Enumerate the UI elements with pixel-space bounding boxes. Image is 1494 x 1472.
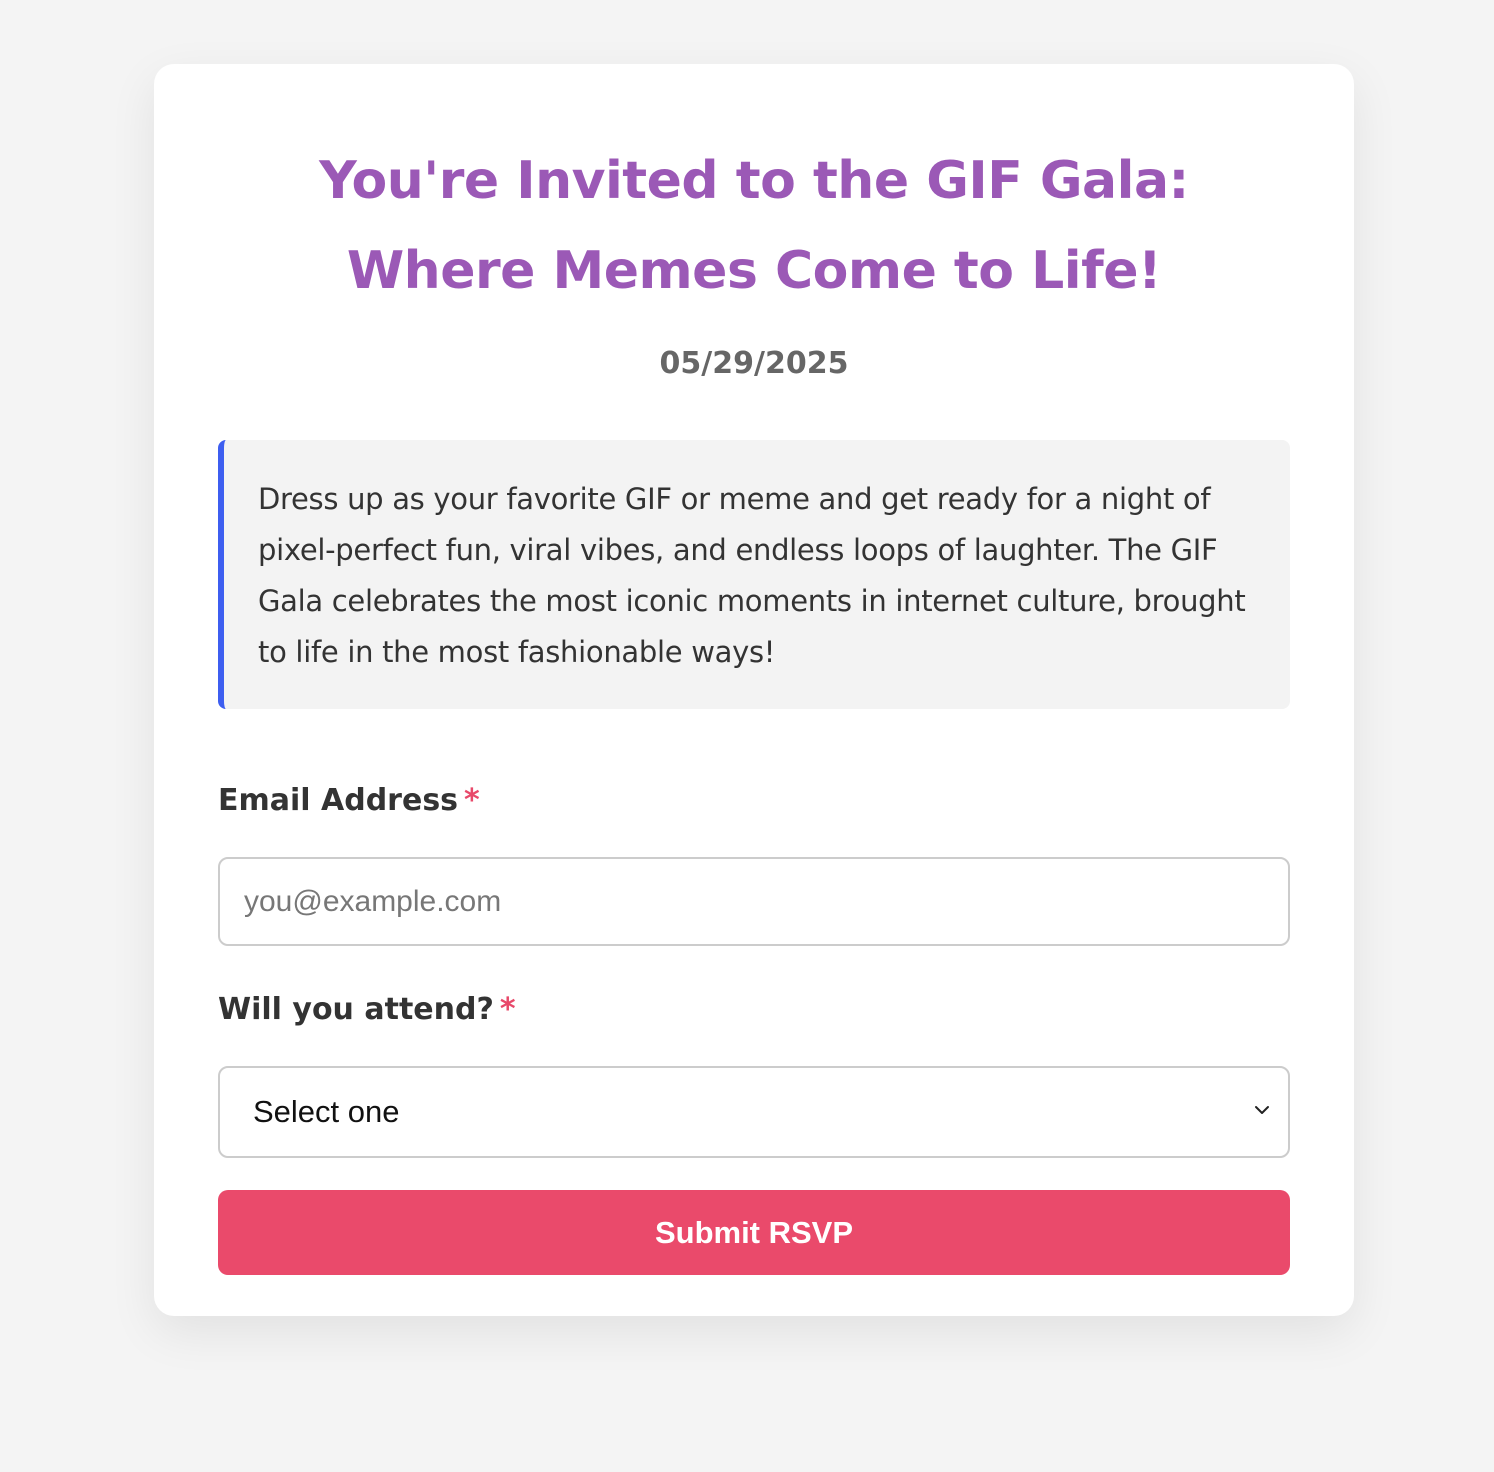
- chevron-down-icon: [1255, 1106, 1269, 1114]
- rsvp-card: You're Invited to the GIF Gala: Where Me…: [154, 64, 1354, 1316]
- attendance-label: Will you attend? *: [218, 990, 1290, 1030]
- event-description: Dress up as your favorite GIF or meme an…: [218, 440, 1290, 709]
- attendance-selected-value: Select one: [253, 1094, 400, 1129]
- page-title: You're Invited to the GIF Gala: Where Me…: [319, 151, 1189, 301]
- event-date: 05/29/2025: [659, 346, 849, 381]
- email-label-text: Email Address: [218, 783, 459, 818]
- required-marker: *: [464, 783, 480, 818]
- email-label: Email Address *: [218, 781, 1290, 821]
- attendance-label-text: Will you attend?: [218, 992, 494, 1027]
- email-input[interactable]: [218, 857, 1290, 946]
- attendance-select[interactable]: Select one: [218, 1066, 1290, 1158]
- required-marker: *: [499, 992, 516, 1027]
- submit-rsvp-button[interactable]: Submit RSVP: [218, 1190, 1290, 1275]
